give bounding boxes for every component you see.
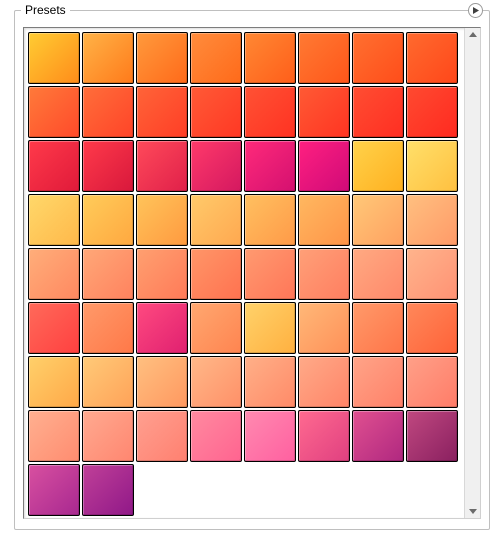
gradient-swatch[interactable] — [352, 248, 404, 300]
gradient-swatch[interactable] — [298, 248, 350, 300]
vertical-scrollbar[interactable] — [464, 28, 480, 518]
gradient-swatch[interactable] — [298, 302, 350, 354]
gradient-swatch[interactable] — [406, 140, 458, 192]
gradient-swatch[interactable] — [136, 356, 188, 408]
gradient-swatch[interactable] — [298, 410, 350, 462]
gradient-swatch[interactable] — [406, 32, 458, 84]
gradient-swatch[interactable] — [406, 86, 458, 138]
play-triangle-icon — [472, 7, 479, 14]
gradient-swatch[interactable] — [190, 86, 242, 138]
gradient-swatch[interactable] — [82, 464, 134, 516]
gradient-swatch[interactable] — [298, 86, 350, 138]
gradient-swatch[interactable] — [82, 32, 134, 84]
gradient-swatch[interactable] — [352, 302, 404, 354]
flyout-menu-button[interactable] — [468, 3, 483, 18]
gradient-swatch[interactable] — [244, 32, 296, 84]
gradient-swatch[interactable] — [28, 32, 80, 84]
gradient-swatch[interactable] — [82, 356, 134, 408]
gradient-swatch[interactable] — [352, 410, 404, 462]
gradient-swatch[interactable] — [28, 86, 80, 138]
gradient-swatch[interactable] — [352, 194, 404, 246]
gradient-swatch[interactable] — [136, 86, 188, 138]
gradient-swatch[interactable] — [190, 140, 242, 192]
gradient-swatch[interactable] — [298, 140, 350, 192]
gradient-swatch[interactable] — [28, 302, 80, 354]
presets-grid — [28, 32, 460, 516]
gradient-swatch[interactable] — [190, 32, 242, 84]
gradient-swatch[interactable] — [28, 410, 80, 462]
gradient-swatch[interactable] — [82, 86, 134, 138]
gradient-swatch[interactable] — [82, 194, 134, 246]
gradient-swatch[interactable] — [298, 356, 350, 408]
panel-title: Presets — [21, 3, 70, 17]
gradient-swatch[interactable] — [190, 356, 242, 408]
gradient-swatch[interactable] — [136, 248, 188, 300]
gradient-swatch[interactable] — [82, 140, 134, 192]
gradient-swatch[interactable] — [406, 302, 458, 354]
gradient-swatch[interactable] — [136, 32, 188, 84]
gradient-swatch[interactable] — [28, 464, 80, 516]
scroll-up-icon[interactable] — [469, 32, 477, 37]
gradient-swatch[interactable] — [244, 194, 296, 246]
gradient-swatch[interactable] — [82, 410, 134, 462]
gradient-swatch[interactable] — [190, 302, 242, 354]
gradient-swatch[interactable] — [28, 140, 80, 192]
gradient-swatch[interactable] — [28, 356, 80, 408]
gradient-swatch[interactable] — [28, 248, 80, 300]
presets-well — [23, 27, 481, 519]
presets-scroll-area — [24, 28, 464, 518]
gradient-swatch[interactable] — [136, 302, 188, 354]
gradient-swatch[interactable] — [244, 248, 296, 300]
gradient-swatch[interactable] — [406, 248, 458, 300]
gradient-swatch[interactable] — [298, 194, 350, 246]
gradient-swatch[interactable] — [244, 410, 296, 462]
gradient-swatch[interactable] — [406, 194, 458, 246]
gradient-swatch[interactable] — [352, 86, 404, 138]
gradient-swatch[interactable] — [82, 248, 134, 300]
gradient-swatch[interactable] — [406, 410, 458, 462]
gradient-swatch[interactable] — [190, 410, 242, 462]
gradient-swatch[interactable] — [244, 86, 296, 138]
gradient-swatch[interactable] — [136, 194, 188, 246]
gradient-swatch[interactable] — [28, 194, 80, 246]
gradient-swatch[interactable] — [136, 140, 188, 192]
gradient-swatch[interactable] — [352, 356, 404, 408]
gradient-swatch[interactable] — [298, 32, 350, 84]
gradient-swatch[interactable] — [244, 140, 296, 192]
gradient-swatch[interactable] — [406, 356, 458, 408]
gradient-swatch[interactable] — [352, 32, 404, 84]
gradient-swatch[interactable] — [244, 302, 296, 354]
gradient-swatch[interactable] — [190, 248, 242, 300]
gradient-swatch[interactable] — [352, 140, 404, 192]
presets-panel: Presets — [14, 10, 490, 530]
gradient-swatch[interactable] — [244, 356, 296, 408]
gradient-swatch[interactable] — [136, 410, 188, 462]
scroll-down-icon[interactable] — [469, 509, 477, 514]
gradient-swatch[interactable] — [190, 194, 242, 246]
gradient-swatch[interactable] — [82, 302, 134, 354]
